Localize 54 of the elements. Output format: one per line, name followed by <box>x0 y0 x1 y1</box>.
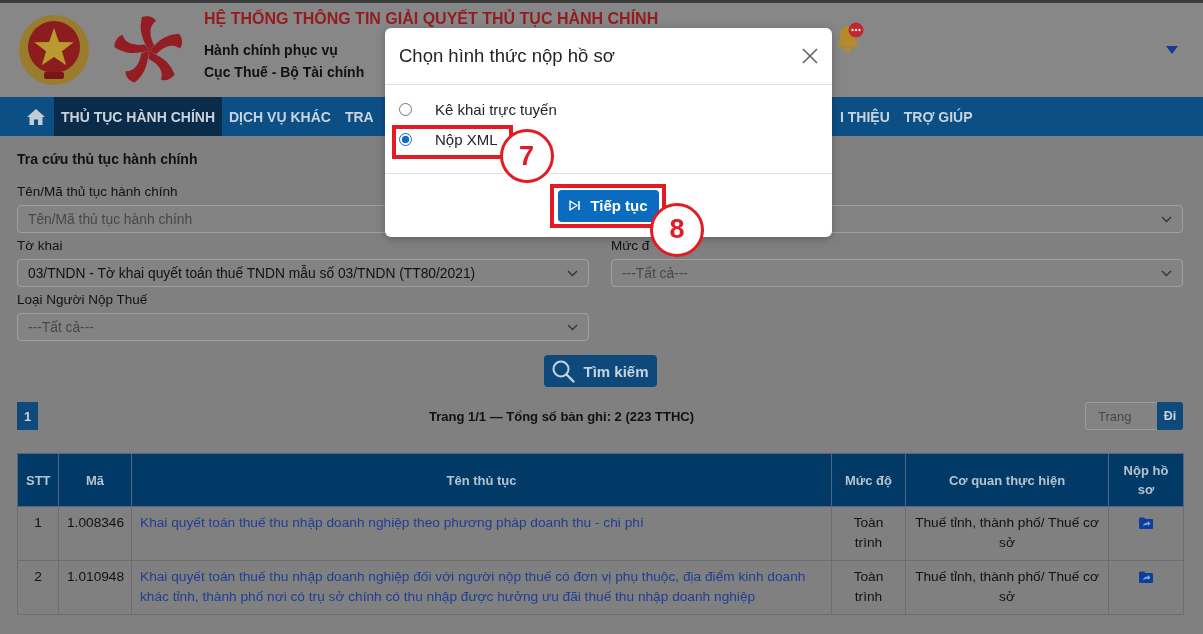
step-marker: 7 <box>499 129 554 183</box>
close-icon <box>802 48 818 64</box>
caret-down-icon[interactable] <box>1166 46 1178 54</box>
folder-icon[interactable] <box>1139 517 1153 529</box>
close-button[interactable] <box>801 47 819 65</box>
chevron-down-icon <box>1161 269 1172 277</box>
nav-tab[interactable]: THỦ TỤC HÀNH CHÍNH <box>54 97 222 136</box>
table-cell: Toàn trình <box>831 560 906 615</box>
page-button[interactable]: 1 <box>17 402 38 430</box>
field-label: Tên/Mã thủ tục hành chính <box>17 183 178 201</box>
column-header: Mức độ <box>831 453 906 507</box>
nav-tab[interactable]: I THIỆU <box>833 97 897 136</box>
table-cell: 1.010948 <box>58 560 132 615</box>
field-label: Tờ khai <box>17 237 63 255</box>
search-icon <box>551 359 576 383</box>
site-subtitle: Cục Thuế - Bộ Tài chính <box>204 63 365 82</box>
select-field[interactable]: 03/TNDN - Tờ khai quyết toán thuế TNDN mẫu số 03/TNDN (TT80/2021) <box>17 259 589 287</box>
site-subtitle: Hành chính phục vụ <box>204 41 338 60</box>
column-header: Nộp hồ sơ <box>1108 453 1184 507</box>
home-icon <box>25 107 46 126</box>
column-header: Tên thủ tục <box>131 453 832 507</box>
emblem-icon <box>18 14 90 86</box>
column-header: STT <box>17 453 59 507</box>
record-summary: Trang 1/1 — Tổng số bản ghi: 2 (223 TTHC) <box>428 408 695 424</box>
field-label: Loại Người Nộp Thuế <box>17 291 148 309</box>
table-cell: Thuế tỉnh, thành phố/ Thuế cơ sở <box>905 506 1109 561</box>
table-cell: 1 <box>17 506 59 561</box>
page-input[interactable]: Trang <box>1085 402 1157 430</box>
folder-icon[interactable] <box>1139 571 1153 583</box>
table-cell: Thuế tỉnh, thành phố/ Thuế cơ sở <box>905 560 1109 615</box>
table-cell: 1.008346 <box>58 506 132 561</box>
column-header: Mã <box>58 453 132 507</box>
step-marker: 8 <box>650 202 704 257</box>
go-button[interactable]: Đi <box>1157 402 1183 430</box>
step-forward-icon <box>569 200 581 211</box>
section-title: Tra cứu thủ tục hành chính <box>17 150 198 168</box>
field-label: Mức đ <box>611 237 650 255</box>
site-title: HỆ THỐNG THÔNG TIN GIẢI QUYẾT THỦ TỤC HÀNH CHÍNH <box>204 10 659 28</box>
continue-button[interactable]: Tiếp tục <box>558 189 659 222</box>
option-label[interactable]: Kê khai trực tuyến <box>435 100 557 118</box>
dialog-title: Chọn hình thức nộp hồ sơ <box>399 45 615 67</box>
search-button[interactable]: Tìm kiếm <box>543 355 657 387</box>
nav-tab[interactable]: TRA <box>337 97 381 136</box>
column-header: Cơ quan thực hiện <box>905 453 1109 507</box>
nav-tab[interactable]: DỊCH VỤ KHÁC <box>222 97 338 136</box>
table-cell: Toàn trình <box>831 506 906 561</box>
option-label[interactable]: Nộp XML <box>435 130 498 148</box>
chevron-down-icon <box>567 323 578 331</box>
chevron-down-icon <box>567 269 578 277</box>
chevron-down-icon <box>1161 215 1172 223</box>
radio-button[interactable] <box>399 132 412 146</box>
radio-button[interactable] <box>399 102 412 116</box>
table-cell: 2 <box>17 560 59 615</box>
nav-tab[interactable]: TRỢ GIÚP <box>896 97 980 136</box>
